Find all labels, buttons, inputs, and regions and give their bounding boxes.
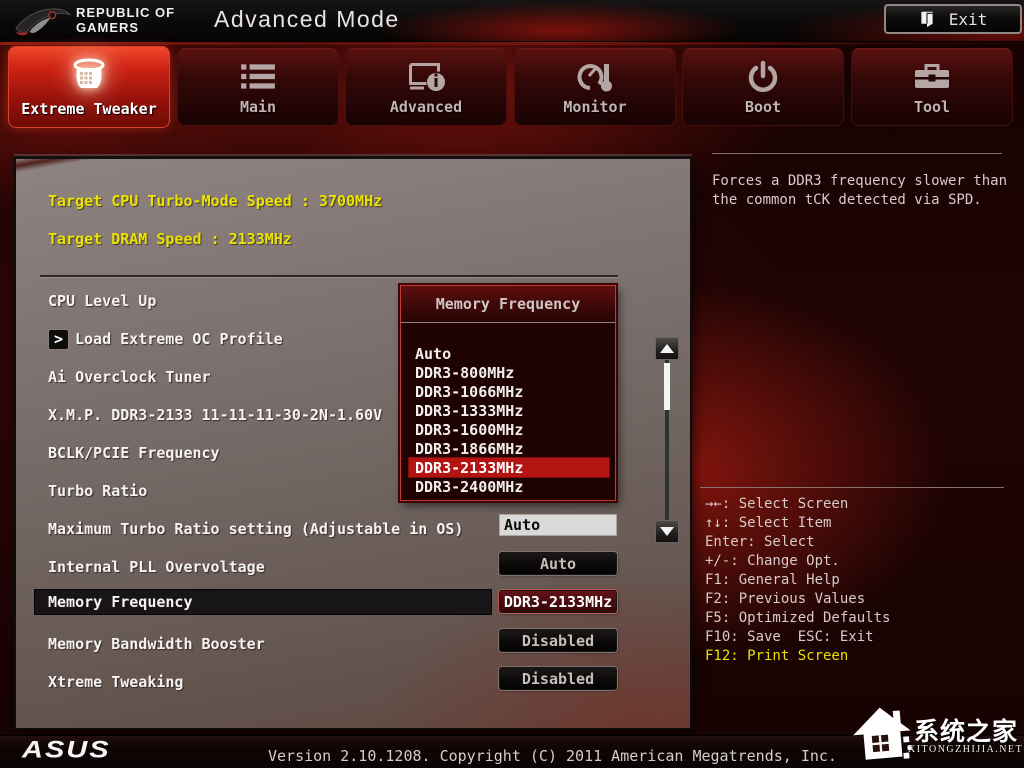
popup-title: Memory Frequency [401,286,615,323]
panel-separator [40,275,618,277]
watermark: 系统之家 XITONGZHIJIA.NET [852,700,1024,768]
asus-logo: ASUS [22,737,111,764]
brand-line2: GAMERS [76,20,175,35]
sidebar-separator-hotkeys [700,487,1004,488]
target-cpu-speed: Target CPU Turbo-Mode Speed : 3700MHz [48,192,382,210]
menu-item-turbo-ratio[interactable]: Turbo Ratio [48,479,147,503]
memory-bandwidth-booster-value-button[interactable]: Disabled [499,629,617,652]
tab-label-monitor: Monitor [515,98,675,116]
power-icon [746,60,780,94]
popup-option-ddr3-1866[interactable]: DDR3-1866MHz [409,439,609,458]
popup-option-auto[interactable]: Auto [409,344,609,363]
toolbox-icon [912,62,952,92]
piston-icon [69,57,109,93]
tab-main[interactable]: Main [177,48,339,126]
version-text: Version 2.10.1208. Copyright (C) 2011 Am… [268,747,837,765]
house-icon [849,701,914,766]
max-turbo-ratio-value-field[interactable]: Auto [499,514,617,536]
tab-label-boot: Boot [683,98,843,116]
tab-label-advanced: Advanced [346,98,506,116]
menu-item-load-extreme-oc-profile[interactable]: > Load Extreme OC Profile [48,327,283,351]
scroll-up-button[interactable] [655,337,679,360]
tab-monitor[interactable]: Monitor [514,48,676,126]
popup-option-ddr3-1600[interactable]: DDR3-1600MHz [409,420,609,439]
popup-option-ddr3-1066[interactable]: DDR3-1066MHz [409,382,609,401]
hotkey-f1-help: F1: General Help [705,572,840,588]
help-text-line2: the common tCK detected via SPD. [712,192,982,208]
internal-pll-overvoltage-value-button[interactable]: Auto [499,552,617,575]
tab-label-extreme-tweaker: Extreme Tweaker [9,100,169,118]
menu-item-max-turbo-ratio[interactable]: Maximum Turbo Ratio setting (Adjustable … [48,517,463,541]
brand-line1: REPUBLIC OF [76,5,175,20]
menu-item-memory-frequency[interactable]: Memory Frequency [35,590,491,614]
arrow-down-icon [660,527,674,536]
popup-option-ddr3-1333[interactable]: DDR3-1333MHz [409,401,609,420]
chevron-right-icon[interactable]: > [48,329,69,350]
hotkey-f12-print-screen: F12: Print Screen [705,648,848,664]
hotkey-f2-previous: F2: Previous Values [705,591,865,607]
tab-label-main: Main [178,98,338,116]
menu-item-bclk-pcie-frequency[interactable]: BCLK/PCIE Frequency [48,441,220,465]
arrow-up-icon [660,344,674,353]
watermark-url-text: XITONGZHIJIA.NET [908,744,1023,755]
tab-bar: Extreme Tweaker Main [0,46,1024,128]
tab-tool[interactable]: Tool [851,48,1013,126]
mode-title: Advanced Mode [214,6,400,33]
menu-item-ai-overclock-tuner[interactable]: Ai Overclock Tuner [48,365,211,389]
menu-item-cpu-level-up[interactable]: CPU Level Up [48,289,156,313]
memory-frequency-value-button[interactable]: DDR3-2133MHz [499,590,617,613]
watermark-cn-text: 系统之家 [914,712,1018,748]
exit-label: Exit [949,10,988,29]
memory-frequency-popup: Memory Frequency Auto DDR3-800MHz DDR3-1… [400,285,616,501]
exit-door-icon [919,10,935,28]
hotkey-f5-defaults: F5: Optimized Defaults [705,610,890,626]
scrollbar-thumb[interactable] [664,363,670,410]
tab-extreme-tweaker[interactable]: Extreme Tweaker [8,46,170,128]
scroll-down-button[interactable] [655,520,679,543]
hotkey-change-opt: +/-: Change Opt. [705,553,840,569]
hotkey-enter-select: Enter: Select [705,534,815,550]
header-divider [0,42,1024,45]
popup-option-ddr3-2133-selected[interactable]: DDR3-2133MHz [409,458,609,477]
popup-option-ddr3-800[interactable]: DDR3-800MHz [409,363,609,382]
menu-item-xmp-info: X.M.P. DDR3-2133 11-11-11-30-2N-1.60V [48,403,382,427]
exit-button[interactable]: Exit [884,4,1022,34]
tab-advanced[interactable]: Advanced [345,48,507,126]
menu-item-memory-bandwidth-booster[interactable]: Memory Bandwidth Booster [48,632,265,656]
menu-item-internal-pll-overvoltage[interactable]: Internal PLL Overvoltage [48,555,265,579]
help-text-line1: Forces a DDR3 frequency slower than [712,173,1007,189]
brand-text: REPUBLIC OF GAMERS [76,5,175,36]
monitor-info-icon [406,61,446,93]
list-icon [239,62,277,92]
bios-screen: REPUBLIC OF GAMERS Advanced Mode Exit [0,0,1024,768]
hotkey-select-screen: →←: Select Screen [705,496,848,512]
rog-eye-logo [14,4,72,38]
top-bar: REPUBLIC OF GAMERS Advanced Mode Exit [0,0,1024,42]
menu-item-xtreme-tweaking[interactable]: Xtreme Tweaking [48,670,183,694]
gauge-thermometer-icon [575,61,615,93]
target-dram-speed: Target DRAM Speed : 2133MHz [48,230,292,248]
hotkey-f10-save-esc-exit: F10: Save ESC: Exit [705,629,874,645]
tab-label-tool: Tool [852,98,1012,116]
xtreme-tweaking-value-button[interactable]: Disabled [499,667,617,690]
sidebar-separator-top [712,153,1002,154]
popup-option-ddr3-2400[interactable]: DDR3-2400MHz [409,477,609,496]
tab-boot[interactable]: Boot [682,48,844,126]
hotkey-select-item: ↑↓: Select Item [705,515,831,531]
